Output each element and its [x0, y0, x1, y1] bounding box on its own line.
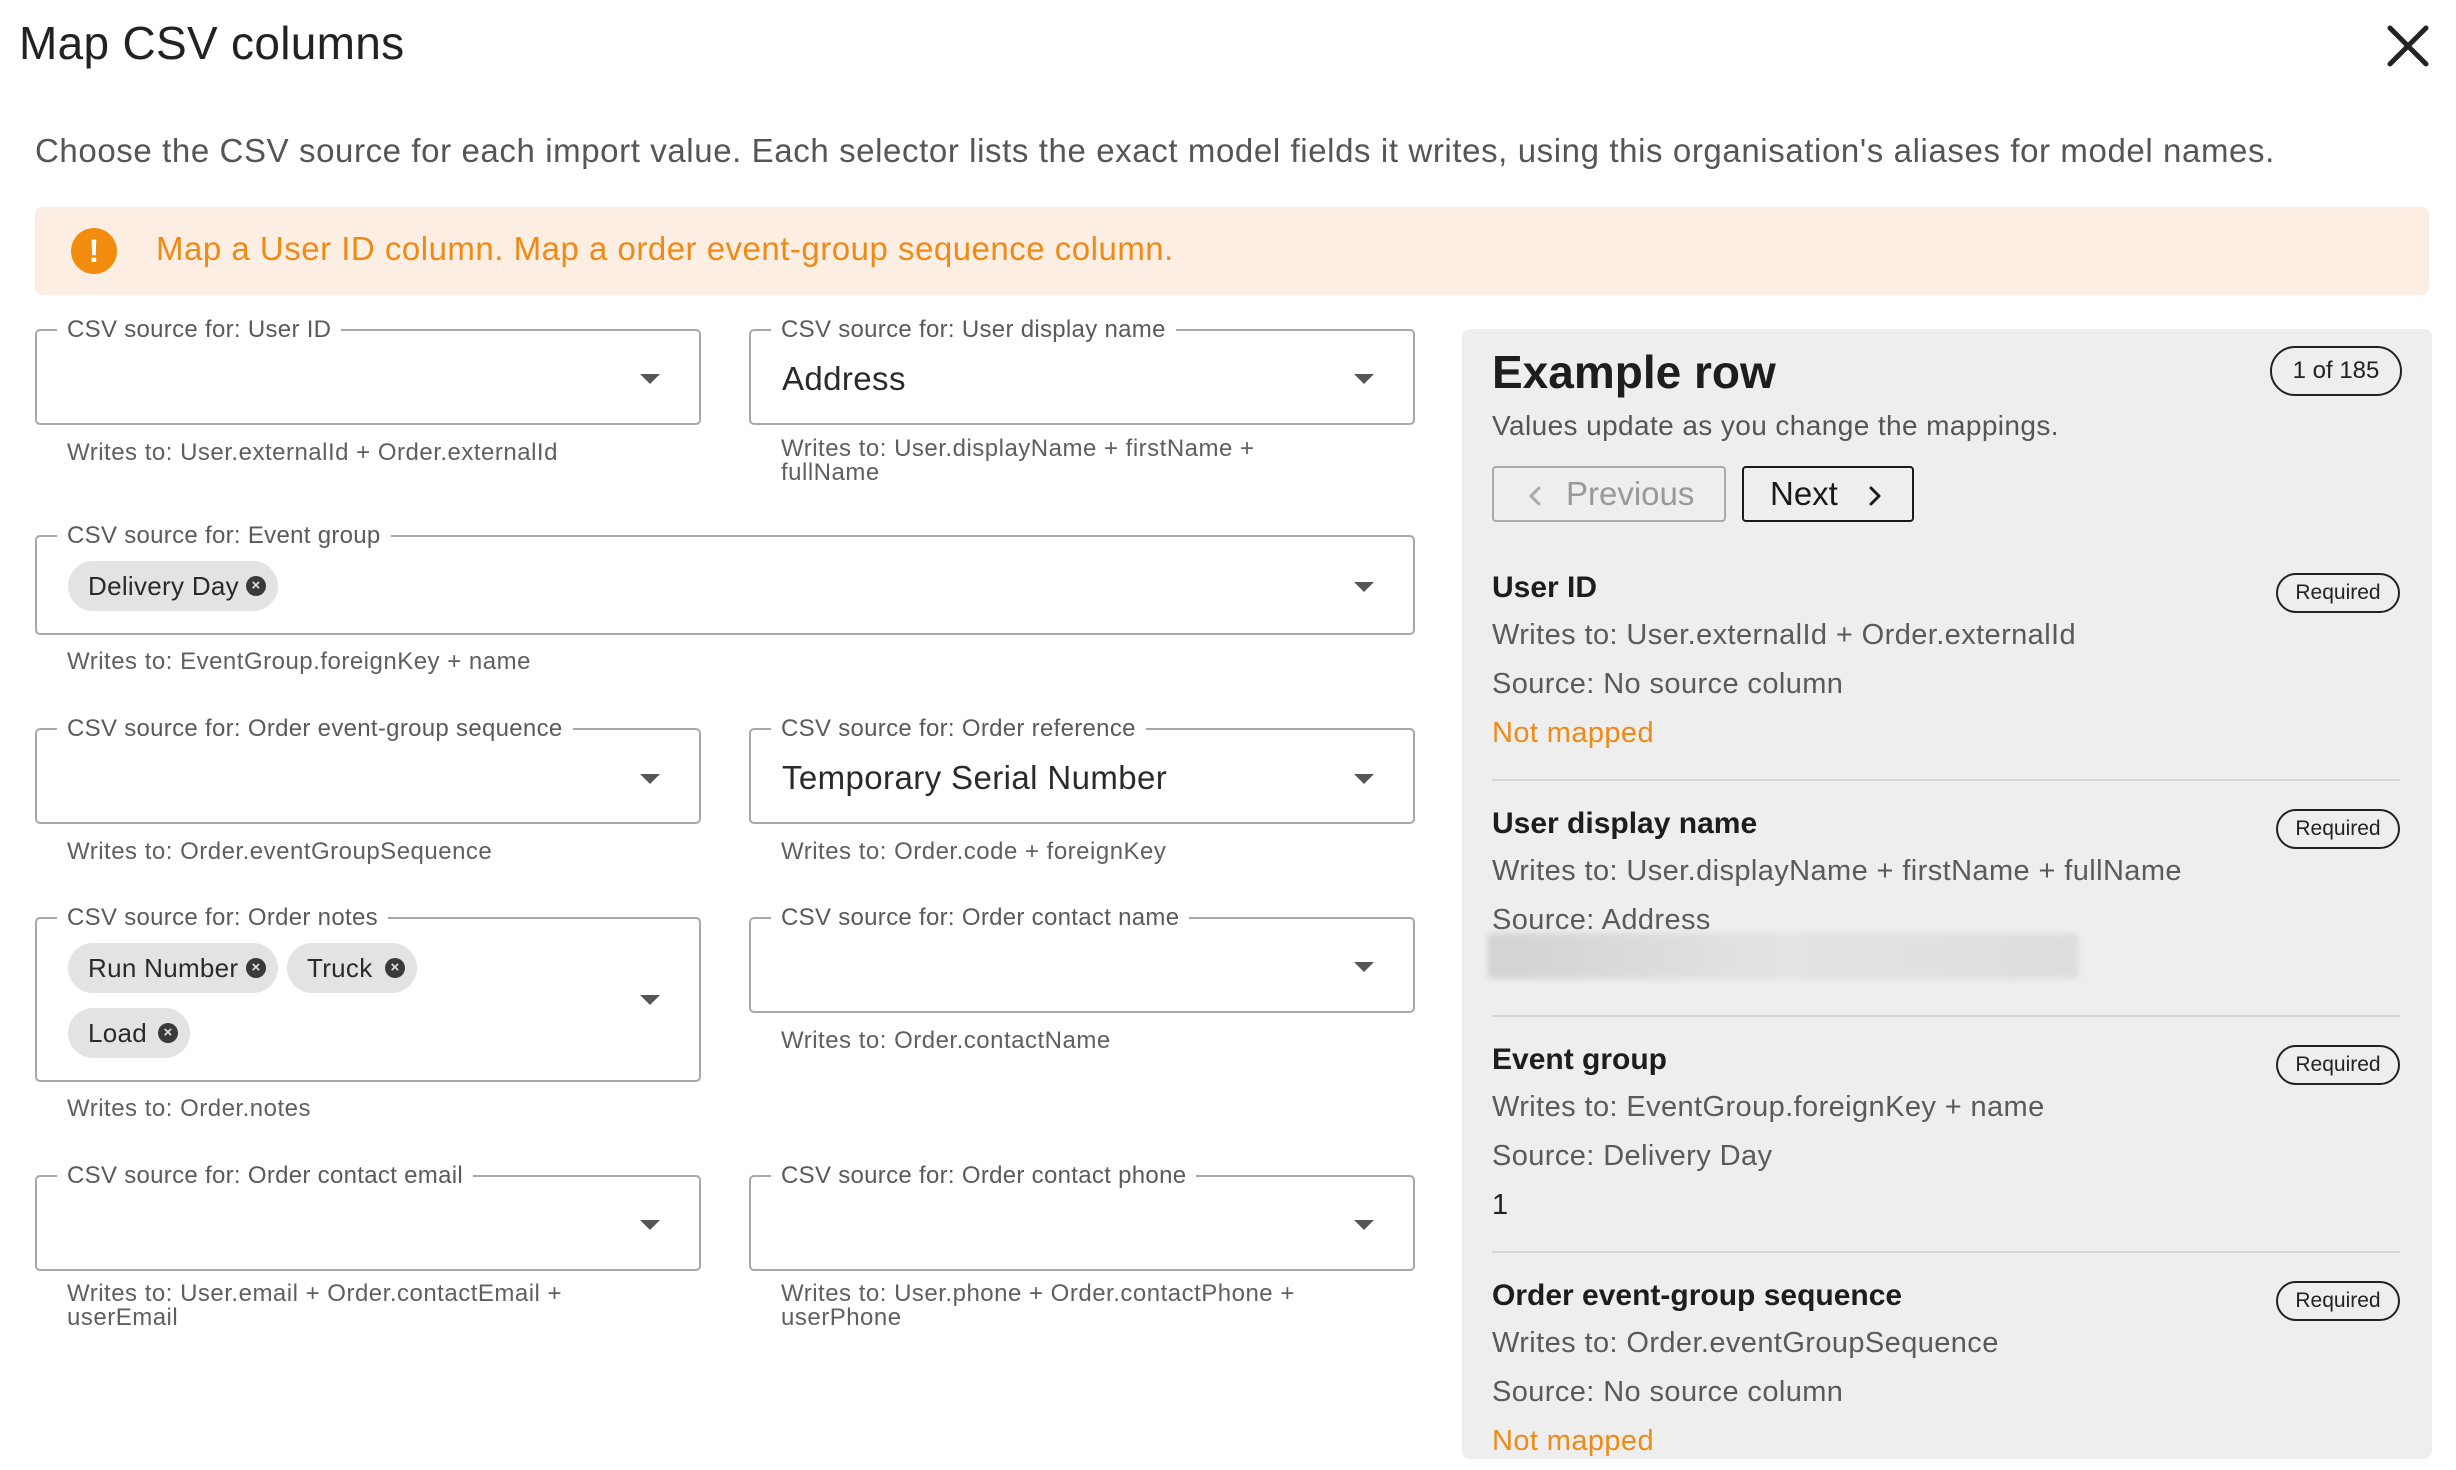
example-row-title: Example row: [1492, 346, 1776, 398]
order-notes-helper: Writes to: Order.notes: [67, 1095, 311, 1122]
example-entry-user-display-name: User display name Required Writes to: Us…: [1488, 807, 2400, 1044]
example-entry-event-group: Event group Required Writes to: EventGro…: [1492, 1043, 2400, 1280]
chevron-right-icon: [1869, 486, 1881, 506]
field-label: CSV source for: Order reference: [771, 715, 1146, 743]
helper-line: Writes to: User.phone + Order.contactPho…: [781, 1280, 1295, 1307]
helper-line: userPhone: [781, 1304, 902, 1331]
entry-divider: [1492, 779, 2400, 781]
field-label: CSV source for: Order contact email: [57, 1162, 473, 1190]
entry-title: User display name: [1492, 807, 1758, 840]
chip-run-number: Run Number ×: [68, 943, 278, 993]
order-contact-email-select[interactable]: CSV source for: Order contact email: [35, 1162, 701, 1271]
entry-divider: [1492, 1251, 2400, 1253]
order-sequence-select[interactable]: CSV source for: Order event-group sequen…: [35, 715, 701, 824]
previous-label: Previous: [1566, 475, 1695, 512]
previous-button[interactable]: Previous: [1492, 466, 1726, 522]
example-row-subtitle: Values update as you change the mappings…: [1492, 410, 2059, 441]
required-badge: Required: [2276, 1281, 2400, 1321]
user-display-name-helper: Writes to: User.displayName + firstName …: [781, 437, 1255, 485]
user-id-helper: Writes to: User.externalId + Order.exter…: [67, 439, 558, 466]
order-contact-email-helper: Writes to: User.email + Order.contactEma…: [67, 1282, 562, 1330]
order-contact-name-select[interactable]: CSV source for: Order contact name: [749, 904, 1415, 1013]
chip-label: Delivery Day: [88, 571, 239, 601]
chip-delivery-day: Delivery Day ×: [68, 561, 278, 611]
order-sequence-helper: Writes to: Order.eventGroupSequence: [67, 838, 493, 865]
dropdown-arrow-icon[interactable]: [1354, 374, 1374, 384]
chip-label: Run Number: [88, 953, 239, 983]
close-icon: [2387, 25, 2429, 67]
field-label: CSV source for: Event group: [57, 522, 391, 550]
field-label: CSV source for: Order notes: [57, 904, 388, 932]
warning-text: Map a User ID column. Map a order event-…: [156, 230, 1174, 267]
entry-title: Order event-group sequence: [1492, 1279, 1903, 1312]
entry-source: Source: Delivery Day: [1492, 1140, 1773, 1172]
entry-source: Source: No source column: [1492, 668, 1844, 700]
dropdown-arrow-icon[interactable]: [1354, 1220, 1374, 1230]
helper-line: Writes to: User.email + Order.contactEma…: [67, 1280, 563, 1307]
field-label: CSV source for: Order contact name: [771, 904, 1190, 932]
chip-label: Truck: [307, 953, 373, 983]
warning-banner: ! Map a User ID column. Map a order even…: [35, 207, 2429, 295]
entry-title: User ID: [1492, 571, 1598, 604]
field-value: Address: [782, 360, 906, 397]
entry-title: Event group: [1492, 1043, 1668, 1076]
example-entry-order-sequence: Order event-group sequence Required Writ…: [1492, 1279, 2400, 1459]
dropdown-arrow-icon[interactable]: [640, 995, 660, 1005]
user-display-name-select[interactable]: CSV source for: User display name Addres…: [749, 316, 1415, 425]
dropdown-arrow-icon[interactable]: [640, 1220, 660, 1230]
event-group-select[interactable]: CSV source for: Event group Delivery Day…: [35, 522, 1415, 635]
entry-value: 1: [1492, 1189, 1509, 1221]
remove-chip-icon[interactable]: ×: [158, 1023, 178, 1043]
exclamation-icon: !: [71, 228, 117, 274]
example-row-panel: Example row 1 of 185 Values update as yo…: [1462, 329, 2432, 1459]
order-notes-select[interactable]: CSV source for: Order notes Run Number ×…: [35, 904, 701, 1082]
event-group-helper: Writes to: EventGroup.foreignKey + name: [67, 648, 531, 675]
dropdown-arrow-icon[interactable]: [1354, 962, 1374, 972]
dropdown-arrow-icon[interactable]: [1354, 582, 1374, 592]
field-value: Temporary Serial Number: [782, 759, 1168, 796]
entry-source: Source: No source column: [1492, 1376, 1844, 1408]
redacted-value: [1488, 933, 2078, 979]
close-button[interactable]: [2380, 18, 2436, 74]
required-badge: Required: [2276, 1045, 2400, 1085]
required-badge: Required: [2276, 809, 2400, 849]
chip-load: Load ×: [68, 1008, 190, 1058]
next-button[interactable]: Next: [1742, 466, 1914, 522]
chevron-left-icon: [1529, 486, 1541, 506]
field-label: CSV source for: Order contact phone: [771, 1162, 1197, 1190]
field-label: CSV source for: User display name: [771, 316, 1176, 344]
page-count-badge: 1 of 185: [2270, 346, 2402, 396]
entry-writes: Writes to: User.externalId + Order.exter…: [1492, 619, 2077, 651]
entry-writes: Writes to: Order.eventGroupSequence: [1492, 1327, 1999, 1359]
remove-chip-icon[interactable]: ×: [246, 958, 266, 978]
entry-writes: Writes to: User.displayName + firstName …: [1492, 855, 2182, 887]
entry-writes: Writes to: EventGroup.foreignKey + name: [1492, 1091, 2045, 1123]
remove-chip-icon[interactable]: ×: [385, 958, 405, 978]
next-label: Next: [1770, 475, 1838, 512]
dropdown-arrow-icon[interactable]: [1354, 774, 1374, 784]
chip-label: Load: [88, 1018, 148, 1048]
required-badge: Required: [2276, 573, 2400, 613]
order-contact-phone-helper: Writes to: User.phone + Order.contactPho…: [781, 1282, 1295, 1330]
order-contact-phone-select[interactable]: CSV source for: Order contact phone: [749, 1162, 1415, 1271]
order-reference-helper: Writes to: Order.code + foreignKey: [781, 838, 1167, 865]
helper-line: fullName: [781, 459, 880, 486]
entry-status: Not mapped: [1492, 717, 1654, 749]
remove-chip-icon[interactable]: ×: [246, 576, 266, 596]
helper-line: Writes to: User.displayName + firstName …: [781, 435, 1255, 462]
chip-truck: Truck ×: [287, 943, 417, 993]
dropdown-arrow-icon[interactable]: [640, 374, 660, 384]
dialog-title: Map CSV columns: [19, 17, 405, 69]
order-reference-select[interactable]: CSV source for: Order reference Temporar…: [749, 715, 1415, 824]
order-contact-name-helper: Writes to: Order.contactName: [781, 1027, 1111, 1054]
example-entry-user-id: User ID Required Writes to: User.externa…: [1492, 571, 2400, 808]
user-id-select[interactable]: CSV source for: User ID: [35, 316, 701, 425]
field-label: CSV source for: User ID: [57, 316, 342, 344]
entry-status: Not mapped: [1492, 1425, 1654, 1457]
dropdown-arrow-icon[interactable]: [640, 774, 660, 784]
field-label: CSV source for: Order event-group sequen…: [57, 715, 573, 743]
entry-divider: [1492, 1015, 2400, 1017]
helper-line: userEmail: [67, 1304, 179, 1331]
dialog-description: Choose the CSV source for each import va…: [35, 132, 2275, 169]
